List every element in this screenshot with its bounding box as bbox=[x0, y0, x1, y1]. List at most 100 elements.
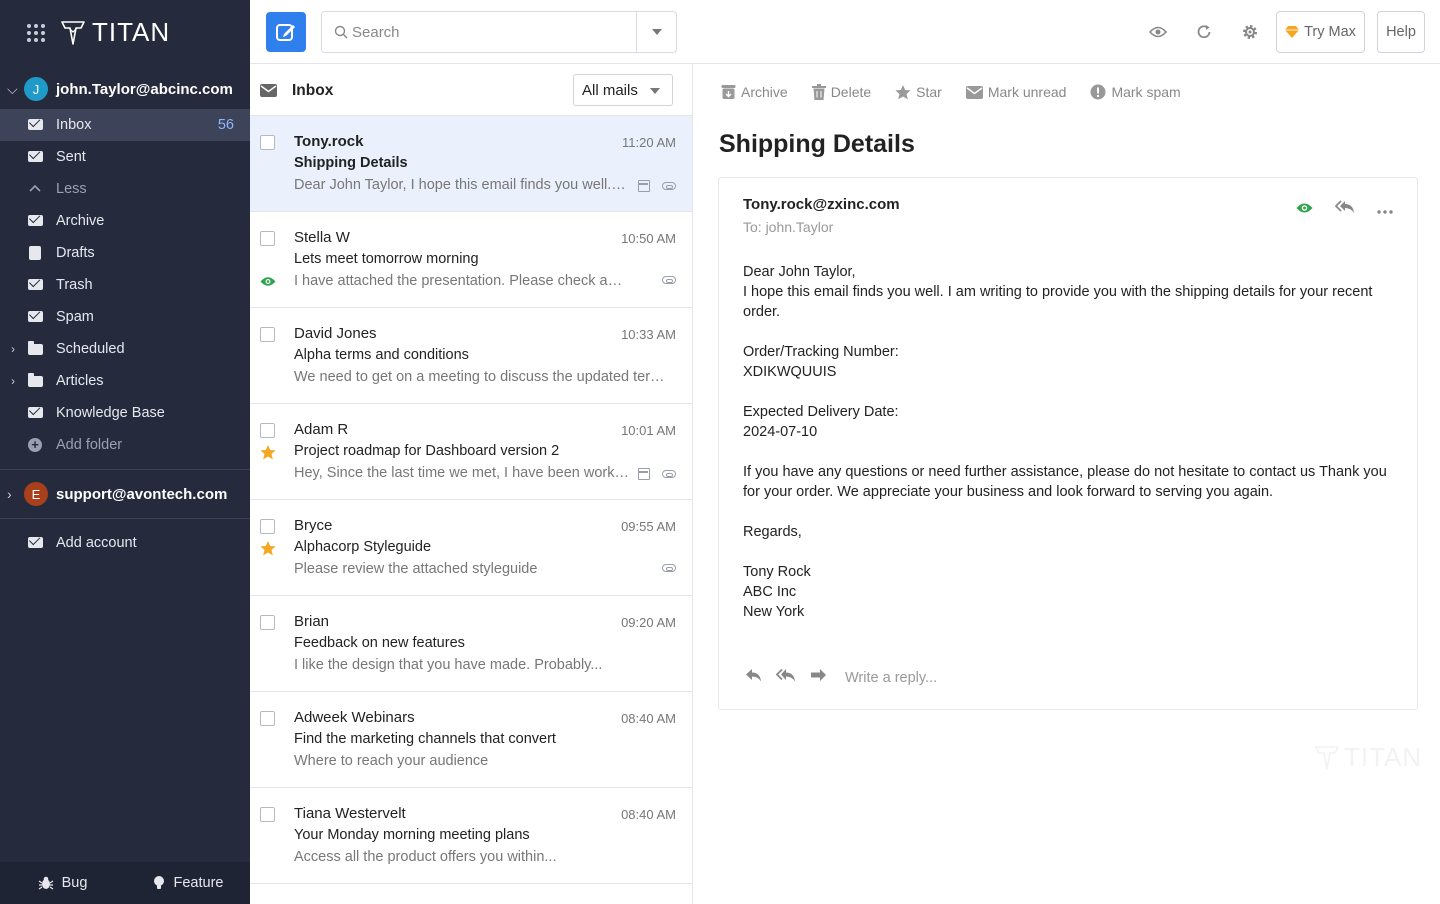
search-bar[interactable] bbox=[321, 11, 677, 53]
search-options-dropdown[interactable] bbox=[636, 12, 676, 52]
mark-unread-button[interactable]: Mark unread bbox=[965, 84, 1066, 100]
envelope-icon bbox=[28, 214, 43, 228]
feature-label: Feature bbox=[173, 875, 224, 891]
add-account-button[interactable]: Add account bbox=[0, 527, 250, 559]
request-feature-button[interactable]: Feature bbox=[125, 862, 250, 904]
envelope-icon bbox=[260, 84, 277, 102]
more-options-icon[interactable] bbox=[1377, 201, 1393, 219]
message-actions-toolbar: Archive Delete Star Mark unread Mark spa… bbox=[721, 80, 1205, 104]
sidebar-item-drafts[interactable]: Drafts bbox=[0, 237, 250, 269]
calendar-icon bbox=[638, 468, 650, 480]
signature-name: Tony Rock bbox=[743, 564, 811, 580]
sidebar-item-label: Trash bbox=[56, 277, 93, 293]
chevron-right-icon[interactable]: › bbox=[7, 486, 12, 502]
refresh-icon[interactable] bbox=[1194, 22, 1214, 42]
star-icon[interactable] bbox=[260, 445, 276, 465]
mail-sender: Tiana Westervelt bbox=[294, 805, 406, 822]
sidebar-item-scheduled[interactable]: › Scheduled bbox=[0, 333, 250, 365]
mail-preview: Hey, Since the last time we met, I have … bbox=[294, 465, 629, 481]
caret-down-icon bbox=[650, 88, 660, 94]
mail-preview: Please review the attached styleguide bbox=[294, 561, 538, 577]
mail-list-pane: Inbox All mails Tony.rock 11:20 AM Shipp… bbox=[250, 64, 693, 904]
tracking-label: Order/Tracking Number: bbox=[743, 344, 899, 360]
sidebar-item-sent[interactable]: Sent bbox=[0, 141, 250, 173]
help-button[interactable]: Help bbox=[1377, 11, 1425, 53]
bug-label: Bug bbox=[61, 875, 88, 891]
mail-time: 09:20 AM bbox=[621, 615, 676, 630]
reply-all-icon[interactable] bbox=[775, 668, 796, 687]
star-icon[interactable] bbox=[260, 541, 276, 561]
account-row-primary[interactable]: ⌵ J john.Taylor@abcinc.com bbox=[0, 69, 250, 109]
sidebar: TITAN ⌵ J john.Taylor@abcinc.com Inbox 5… bbox=[0, 0, 250, 904]
sidebar-item-articles[interactable]: › Articles bbox=[0, 365, 250, 397]
mail-list-item[interactable]: David Jones 10:33 AM Alpha terms and con… bbox=[250, 308, 692, 404]
mail-select-checkbox[interactable] bbox=[260, 711, 275, 726]
star-button[interactable]: Star bbox=[895, 84, 942, 100]
body-greeting: Dear John Taylor, bbox=[743, 264, 856, 280]
caret-down-icon bbox=[651, 29, 662, 35]
mail-list-item[interactable]: Stella W 10:50 AM Lets meet tomorrow mor… bbox=[250, 212, 692, 308]
mail-select-checkbox[interactable] bbox=[260, 519, 275, 534]
report-bug-button[interactable]: Bug bbox=[0, 862, 125, 904]
body-regards: Regards, bbox=[743, 524, 802, 540]
reply-icon[interactable] bbox=[745, 669, 762, 687]
star-icon bbox=[895, 84, 911, 99]
reading-pane: Archive Delete Star Mark unread Mark spa… bbox=[693, 64, 1440, 904]
account-row-secondary[interactable]: › E support@avontech.com bbox=[0, 474, 250, 514]
titan-logo-icon bbox=[1315, 745, 1339, 770]
compose-button[interactable] bbox=[266, 12, 306, 52]
mail-select-checkbox[interactable] bbox=[260, 423, 275, 438]
sidebar-item-label: Archive bbox=[56, 213, 105, 229]
mail-select-checkbox[interactable] bbox=[260, 327, 275, 342]
sidebar-item-spam[interactable]: Spam bbox=[0, 301, 250, 333]
document-icon bbox=[28, 246, 43, 260]
mail-list-item[interactable]: Tiana Westervelt 08:40 AM Your Monday mo… bbox=[250, 788, 692, 884]
trash-icon bbox=[811, 84, 826, 100]
archive-button[interactable]: Archive bbox=[721, 84, 788, 100]
read-receipt-eye-icon[interactable] bbox=[1296, 201, 1313, 219]
sidebar-divider bbox=[0, 469, 250, 470]
delete-label: Delete bbox=[830, 84, 872, 100]
add-folder-button[interactable]: + Add folder bbox=[0, 429, 250, 461]
sidebar-item-trash[interactable]: Trash bbox=[0, 269, 250, 301]
mail-select-checkbox[interactable] bbox=[260, 615, 275, 630]
mail-select-checkbox[interactable] bbox=[260, 135, 275, 150]
mail-subject: Alphacorp Styleguide bbox=[294, 539, 432, 555]
mail-filter-value: All mails bbox=[582, 81, 638, 99]
sidebar-item-label: Add folder bbox=[56, 437, 123, 453]
sidebar-item-inbox[interactable]: Inbox 56 bbox=[0, 109, 250, 141]
sidebar-item-knowledge-base[interactable]: Knowledge Base bbox=[0, 397, 250, 429]
delivery-date: 2024-07-10 bbox=[743, 424, 818, 440]
gear-icon[interactable] bbox=[1240, 22, 1260, 42]
chevron-down-icon[interactable]: ⌵ bbox=[7, 81, 18, 98]
chevron-right-icon[interactable]: › bbox=[11, 374, 15, 388]
mail-sender: Brian bbox=[294, 613, 330, 630]
eye-icon[interactable] bbox=[1148, 22, 1168, 42]
apps-grid-icon[interactable] bbox=[27, 24, 45, 42]
envelope-icon bbox=[28, 310, 43, 324]
reply-input[interactable] bbox=[845, 670, 1145, 686]
try-max-button[interactable]: Try Max bbox=[1276, 11, 1365, 53]
mail-list-item[interactable]: Tony.rock 11:20 AM Shipping Details Dear… bbox=[250, 116, 692, 212]
sidebar-item-label: Less bbox=[56, 181, 87, 197]
search-input[interactable] bbox=[352, 20, 632, 44]
mail-list-item[interactable]: Brian 09:20 AM Feedback on new features … bbox=[250, 596, 692, 692]
sidebar-item-less[interactable]: Less bbox=[0, 173, 250, 205]
sidebar-item-archive[interactable]: Archive bbox=[0, 205, 250, 237]
delete-button[interactable]: Delete bbox=[811, 84, 872, 100]
mark-spam-button[interactable]: Mark spam bbox=[1090, 84, 1181, 100]
mail-list-item[interactable]: Bryce 09:55 AM Alphacorp Styleguide Plea… bbox=[250, 500, 692, 596]
chevron-right-icon[interactable]: › bbox=[11, 342, 15, 356]
mail-list-item[interactable]: Adweek Webinars 08:40 AM Find the market… bbox=[250, 692, 692, 788]
mail-select-checkbox[interactable] bbox=[260, 231, 275, 246]
sidebar-footer: Bug Feature bbox=[0, 862, 250, 904]
mail-list-item[interactable]: Adam R 10:01 AM Project roadmap for Dash… bbox=[250, 404, 692, 500]
reply-all-icon[interactable] bbox=[1334, 200, 1355, 219]
star-label: Star bbox=[916, 84, 942, 100]
mail-indicators bbox=[662, 564, 676, 572]
mail-select-checkbox[interactable] bbox=[260, 807, 275, 822]
forward-icon[interactable] bbox=[810, 669, 827, 687]
mail-time: 11:20 AM bbox=[622, 135, 676, 150]
mail-filter-select[interactable]: All mails bbox=[573, 74, 673, 106]
quick-reply-bar bbox=[745, 668, 1145, 687]
